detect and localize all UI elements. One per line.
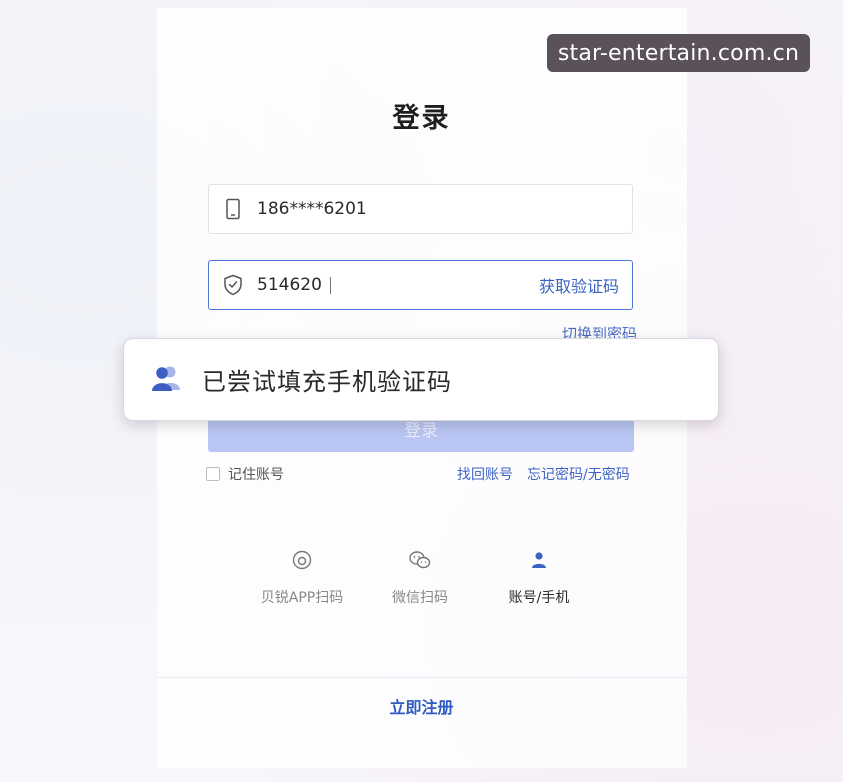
shield-check-icon [209,274,257,296]
autofill-toast: 已尝试填充手机验证码 [123,338,719,421]
code-field[interactable]: 514620 获取验证码 [208,260,633,310]
text-caret [329,276,331,294]
remember-label: 记住账号 [228,467,284,483]
watermark: star-entertain.com.cn [547,34,810,72]
phone-icon [209,198,257,220]
remember-account[interactable]: 记住账号 [206,464,284,484]
phone-field[interactable]: 186****6201 [208,184,633,234]
page-title: 登录 [392,103,451,134]
phone-value: 186****6201 [257,199,367,219]
method-wechat-scan[interactable]: 微信扫码 [365,545,475,607]
method-label: 账号/手机 [508,590,570,606]
method-account-phone[interactable]: 账号/手机 [484,545,594,607]
method-label: 贝锐APP扫码 [260,590,344,606]
method-app-scan[interactable]: 贝锐APP扫码 [247,545,357,607]
wechat-icon [405,545,435,575]
method-label: 微信扫码 [392,590,448,606]
users-icon [150,363,182,397]
user-icon [524,545,554,575]
toast-text: 已尝试填充手机验证码 [202,368,452,396]
remember-checkbox[interactable] [206,467,220,481]
account-links: 找回账号 忘记密码/无密码 [457,464,630,484]
switch-to-password-link[interactable]: 切换到密码 [562,323,637,339]
code-value: 514620 [257,275,331,295]
get-code-button[interactable]: 获取验证码 [539,273,619,297]
scan-app-icon [287,545,317,575]
divider [157,677,687,678]
register-link[interactable]: 立即注册 [0,694,843,718]
find-account-link[interactable]: 找回账号 [457,464,513,484]
forgot-password-link[interactable]: 忘记密码/无密码 [527,464,630,484]
